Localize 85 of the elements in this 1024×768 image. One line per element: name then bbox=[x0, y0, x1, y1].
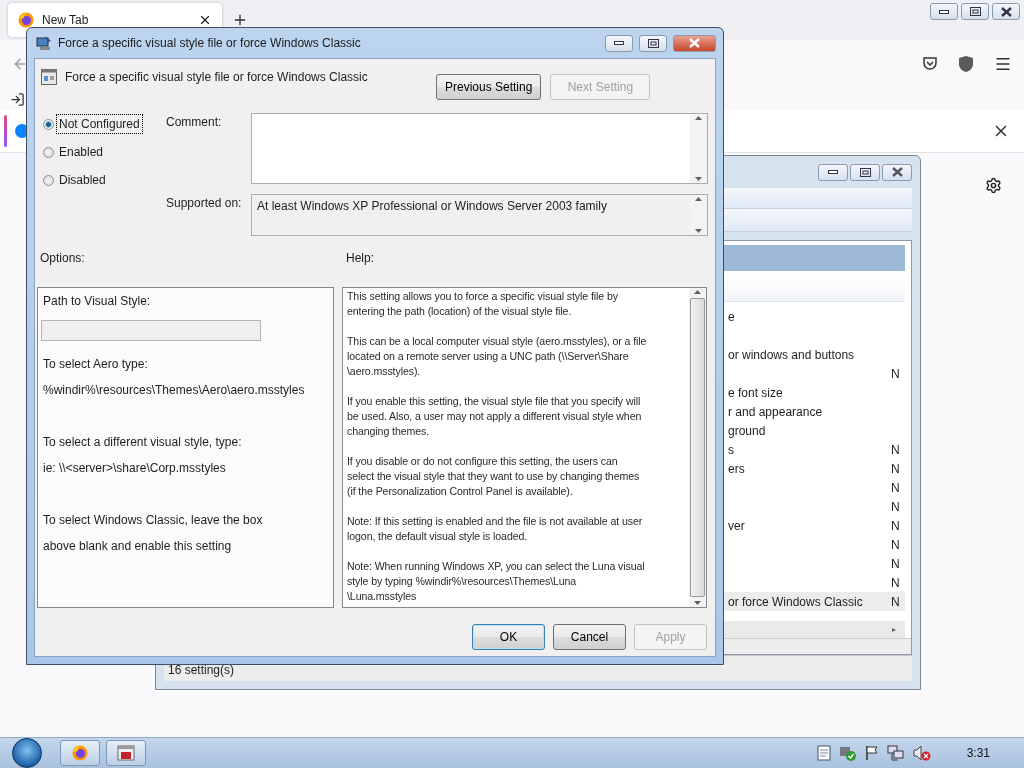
firefox-icon bbox=[72, 745, 88, 761]
radio-button[interactable] bbox=[43, 174, 54, 186]
taskbar-button[interactable] bbox=[106, 740, 146, 766]
option-text: ie: \\<server>\share\Corp.msstyles bbox=[43, 460, 227, 477]
help-paragraph: This can be a local computer visual style (aero.msstyles), or a file located on a remote server using a UNC path (\\Server\Share \aero.msstyles). bbox=[347, 334, 648, 379]
radio-button[interactable] bbox=[43, 118, 54, 130]
comment-field[interactable] bbox=[251, 113, 708, 184]
maximize-icon bbox=[969, 7, 981, 16]
muted-speaker-icon[interactable] bbox=[912, 745, 931, 761]
setting-name: ers bbox=[728, 461, 746, 476]
document-icon[interactable] bbox=[816, 745, 831, 761]
setting-state: N bbox=[891, 499, 901, 514]
option-text: To select Windows Classic, leave the box bbox=[43, 512, 264, 529]
dialog-button[interactable]: Cancel bbox=[553, 624, 626, 650]
maximize-icon bbox=[859, 167, 871, 177]
scroll-up-icon[interactable] bbox=[695, 116, 702, 120]
setting-state: N bbox=[891, 442, 901, 457]
settings-icon[interactable] bbox=[985, 177, 1002, 194]
start-button[interactable] bbox=[12, 738, 42, 768]
field-label: Supported on: bbox=[165, 195, 243, 212]
supported-field: At least Windows XP Professional or Windows Server 2003 family bbox=[251, 194, 708, 236]
dialog-button[interactable]: OK bbox=[472, 624, 545, 650]
scroll-down-icon[interactable] bbox=[695, 177, 702, 181]
status-text: 16 setting(s) bbox=[168, 663, 235, 677]
flag-icon[interactable] bbox=[864, 745, 879, 761]
help-paragraph: This setting allows you to force a specific visual style file by entering the path (location) of the visual style file. bbox=[347, 289, 619, 319]
setting-state: N bbox=[891, 518, 901, 533]
accent-bar bbox=[4, 115, 7, 147]
setting-name: s bbox=[728, 442, 735, 457]
setting-name: or force Windows Classic bbox=[728, 594, 864, 609]
window-icon bbox=[117, 745, 135, 761]
close-icon[interactable] bbox=[198, 13, 212, 27]
radio-label[interactable]: Enabled bbox=[57, 143, 106, 161]
shield-icon[interactable] bbox=[958, 55, 974, 73]
shield-check-icon[interactable] bbox=[838, 745, 857, 761]
minimize-button[interactable] bbox=[818, 163, 848, 181]
maximize-button[interactable] bbox=[961, 3, 989, 20]
window-title: Force a specific visual style file or force Windows Classic bbox=[58, 36, 362, 50]
menu-icon[interactable] bbox=[994, 55, 1012, 73]
scroll-down-icon[interactable] bbox=[694, 601, 701, 605]
network-icon[interactable] bbox=[886, 745, 905, 761]
scroll-up-icon[interactable] bbox=[694, 290, 701, 294]
sign-in-icon[interactable] bbox=[10, 91, 25, 107]
radio-button[interactable] bbox=[43, 146, 54, 158]
computer-icon bbox=[36, 35, 52, 51]
firefox-icon bbox=[18, 12, 34, 28]
maximize-button[interactable] bbox=[639, 34, 667, 52]
setting-state: N bbox=[891, 461, 901, 476]
option-text: %windir%\resources\Themes\Aero\aero.msstyles bbox=[43, 382, 306, 399]
close-button[interactable] bbox=[992, 3, 1020, 20]
minimize-button[interactable] bbox=[605, 34, 633, 52]
close-icon bbox=[1000, 6, 1012, 17]
field-label: Comment: bbox=[165, 114, 223, 131]
setting-name: ver bbox=[728, 518, 746, 533]
help-paragraph: Note: When running Windows XP, you can select the Luna visual style by typing %windir%\resources\Themes\Luna \Luna.msstyles bbox=[347, 559, 646, 604]
radio-label[interactable]: Not Configured bbox=[57, 115, 142, 133]
close-icon bbox=[891, 167, 903, 177]
maximize-icon bbox=[647, 38, 659, 48]
option-text: Path to Visual Style: bbox=[43, 293, 152, 310]
help-paragraph: Note: If this setting is enabled and the file is not available at user logon, the default visual style is loaded. bbox=[347, 514, 644, 544]
minimize-icon bbox=[828, 170, 838, 174]
pocket-icon[interactable] bbox=[922, 56, 938, 72]
new-tab-icon[interactable] bbox=[232, 12, 248, 28]
option-text: above blank and enable this setting bbox=[43, 538, 233, 555]
clock[interactable]: 3:31 bbox=[966, 746, 990, 760]
minimize-button[interactable] bbox=[930, 3, 958, 20]
close-button[interactable] bbox=[882, 163, 912, 181]
setting-state: N bbox=[891, 594, 901, 609]
vertical-scrollbar[interactable] bbox=[689, 288, 706, 607]
section-label: Options: bbox=[40, 251, 86, 265]
setting-heading: Force a specific visual style file or force Windows Classic bbox=[65, 70, 369, 84]
option-text: To select a different visual style, type: bbox=[43, 434, 243, 451]
help-paragraph: If you enable this setting, the visual style file that you specify will be used. Also, a user may not apply a different visual style when changing themes. bbox=[347, 394, 643, 439]
scroll-up-icon[interactable] bbox=[695, 197, 702, 201]
minimize-icon bbox=[939, 9, 949, 14]
radio-label[interactable]: Disabled bbox=[57, 171, 108, 189]
help-paragraph: If you disable or do not configure this setting, the users can select the visual style that they want to use by changing themes (if the Personalization Control Panel is available). bbox=[347, 454, 641, 499]
maximize-button[interactable] bbox=[850, 163, 880, 181]
taskbar-button[interactable] bbox=[60, 740, 100, 766]
minimize-icon bbox=[614, 41, 624, 45]
section-label: Help: bbox=[346, 251, 375, 265]
close-icon bbox=[689, 38, 700, 48]
scroll-down-icon[interactable] bbox=[695, 229, 702, 233]
option-text: To select Aero type: bbox=[43, 356, 149, 373]
nav-button[interactable]: Previous Setting bbox=[436, 73, 542, 100]
